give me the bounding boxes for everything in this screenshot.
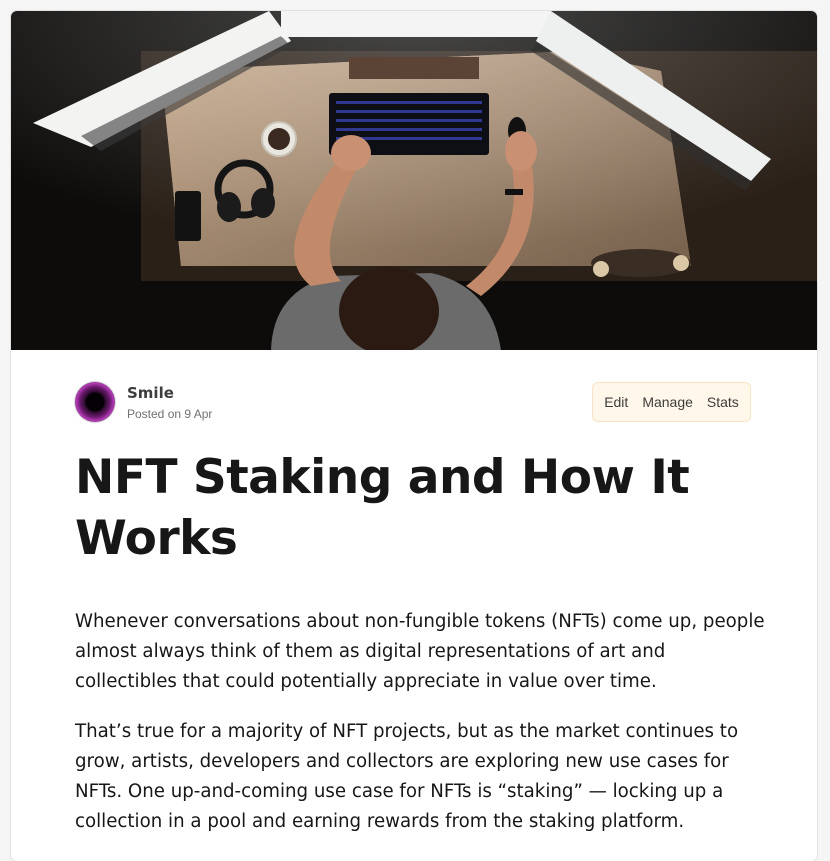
desk-illustration [11, 11, 817, 350]
article-card: Smile Posted on 9 Apr Edit Manage Stats … [11, 11, 817, 861]
cover-image [11, 11, 817, 350]
center-monitor [281, 11, 551, 37]
author-avatar[interactable] [75, 382, 115, 422]
manage-button[interactable]: Manage [635, 394, 700, 410]
paragraph: Whenever conversations about non-fungibl… [75, 611, 765, 692]
article-title: NFT Staking and How It Works [75, 450, 690, 566]
author-meta-row: Smile Posted on 9 Apr Edit Manage Stats [75, 382, 753, 424]
author-name[interactable]: Smile [127, 384, 174, 402]
stats-button[interactable]: Stats [700, 394, 746, 410]
article-body: Whenever conversations about non-fungibl… [75, 607, 765, 857]
post-actions: Edit Manage Stats [592, 382, 751, 422]
edit-button[interactable]: Edit [597, 394, 635, 410]
post-date: Posted on 9 Apr [127, 407, 213, 421]
paragraph: That’s true for a majority of NFT projec… [75, 721, 739, 832]
